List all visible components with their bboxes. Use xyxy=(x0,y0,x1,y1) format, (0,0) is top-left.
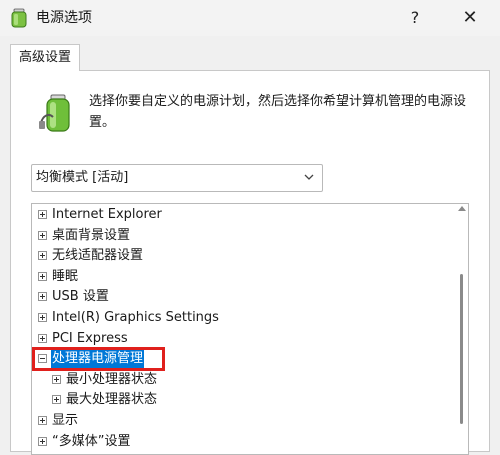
expand-icon[interactable] xyxy=(38,251,47,261)
tree-item[interactable]: PCI Express xyxy=(32,329,452,349)
tree-item-label: 最大处理器状态 xyxy=(66,392,158,408)
tree-item-label: 最小处理器状态 xyxy=(66,371,158,387)
tree-item[interactable]: 处理器电源管理 xyxy=(32,349,452,370)
tree-item[interactable]: 无线适配器设置 xyxy=(32,246,452,266)
close-button[interactable]: ✕ xyxy=(452,4,488,32)
tab-advanced-settings[interactable]: 高级设置 xyxy=(10,44,80,71)
tree-item-label: 处理器电源管理 xyxy=(51,349,145,370)
expand-icon[interactable] xyxy=(38,416,47,425)
tree-item-label: 无线适配器设置 xyxy=(52,248,144,264)
expand-icon[interactable] xyxy=(52,395,61,405)
advanced-settings-panel: 选择你要自定义的电源计划，然后选择你希望计算机管理的电源设置。 均衡模式 [活动… xyxy=(10,70,490,455)
expand-icon[interactable] xyxy=(38,313,47,322)
expand-icon[interactable] xyxy=(38,230,47,240)
power-options-window: 电源选项 ? ✕ 高级设置 选择你要自定义的电源计划，然后选择你希望计算机管理的… xyxy=(0,0,500,455)
tree-item-label: 桌面背景设置 xyxy=(52,227,131,243)
tree-item-label: USB 设置 xyxy=(52,289,109,305)
tree-scrollbar[interactable] xyxy=(456,204,468,454)
tree-item-label: “多媒体”设置 xyxy=(52,433,131,449)
expand-icon[interactable] xyxy=(38,436,47,446)
power-plan-value: 均衡模式 [活动] xyxy=(36,170,129,185)
battery-plug-icon xyxy=(39,94,70,132)
scroll-up-arrow-icon[interactable] xyxy=(458,206,466,211)
tree-item[interactable]: Intel(R) Graphics Settings xyxy=(32,308,452,328)
tree-subitem[interactable]: 最大处理器状态 xyxy=(32,390,452,410)
expand-icon[interactable] xyxy=(38,271,47,281)
expand-icon[interactable] xyxy=(38,292,47,302)
tree-item-label: PCI Express xyxy=(52,330,128,346)
expand-icon[interactable] xyxy=(38,333,47,343)
window-title: 电源选项 xyxy=(36,10,92,26)
power-options-icon xyxy=(11,8,27,28)
chevron-down-icon xyxy=(304,174,314,180)
tree-item[interactable]: Internet Explorer xyxy=(32,205,452,225)
tree-item-label: 睡眠 xyxy=(52,268,79,284)
tree-item[interactable]: 桌面背景设置 xyxy=(32,226,452,246)
help-button[interactable]: ? xyxy=(397,4,433,32)
scroll-thumb[interactable] xyxy=(460,274,463,424)
description-text: 选择你要自定义的电源计划，然后选择你希望计算机管理的电源设置。 xyxy=(89,94,467,130)
expand-icon[interactable] xyxy=(38,210,47,219)
collapse-icon[interactable] xyxy=(38,354,47,364)
tree-item-label: 显示 xyxy=(52,413,79,428)
tree-item[interactable]: USB 设置 xyxy=(32,287,452,307)
tree-item-label: Intel(R) Graphics Settings xyxy=(52,310,219,325)
power-plan-select[interactable]: 均衡模式 [活动] xyxy=(31,164,323,192)
tree-item[interactable]: “多媒体”设置 xyxy=(32,432,452,452)
title-bar[interactable]: 电源选项 ? ✕ xyxy=(0,0,500,36)
power-settings-tree[interactable]: Internet Explorer 桌面背景设置 无线适配器设置 睡眠 USB 设置 In… xyxy=(31,203,469,455)
tree-subitem[interactable]: 最小处理器状态 xyxy=(32,370,452,390)
tree-item[interactable]: 显示 xyxy=(32,411,452,431)
expand-icon[interactable] xyxy=(52,374,61,384)
tree-item-label: Internet Explorer xyxy=(52,207,162,222)
tree-item[interactable]: 睡眠 xyxy=(32,267,452,287)
